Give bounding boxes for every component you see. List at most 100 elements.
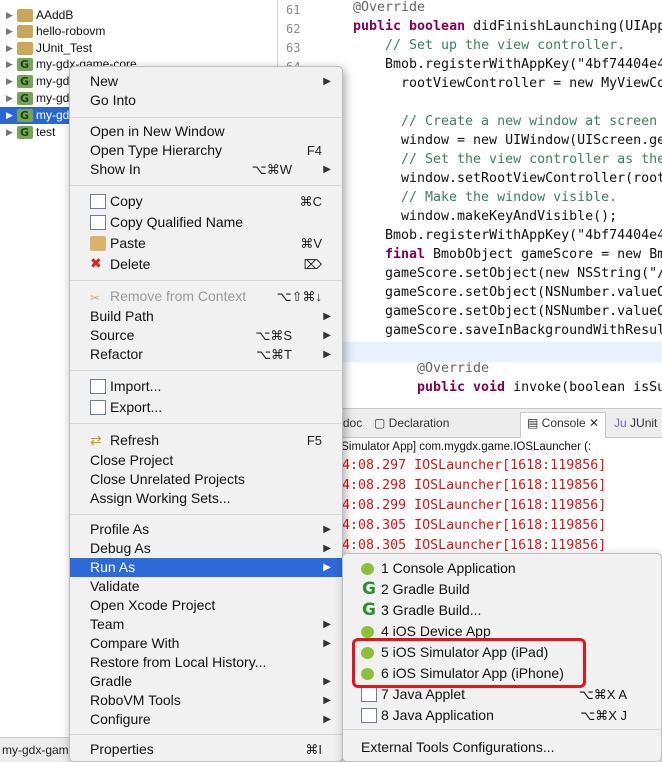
menu-label: New	[90, 73, 119, 89]
menu-robovm-tools[interactable]: RoboVM Tools ▶	[70, 691, 342, 710]
menu-label: Open Xcode Project	[90, 597, 216, 613]
tree-item-label: hello-robovm	[36, 24, 106, 38]
folder-icon	[17, 42, 33, 55]
menu-properties[interactable]: Properties ⌘I	[70, 740, 342, 759]
menu-label: Import...	[110, 378, 162, 394]
menu-delete[interactable]: ✖ Delete ⌦	[70, 255, 342, 274]
expand-arrow-icon[interactable]: ▶	[6, 7, 13, 24]
menu-team[interactable]: Team ▶	[70, 615, 342, 634]
junit-icon: Ju	[614, 416, 627, 430]
menu-remove-from-context[interactable]: ✂ Remove from Context ⌥⇧⌘↓	[70, 287, 342, 306]
tree-item[interactable]: ▶ AAddB	[0, 7, 278, 24]
menu-new[interactable]: New ▶	[70, 72, 342, 91]
remove-context-icon: ✂	[90, 291, 101, 305]
menu-label: Export...	[110, 399, 163, 415]
expand-arrow-icon[interactable]: ▶	[6, 23, 13, 40]
submenu-arrow-icon: ▶	[323, 349, 331, 360]
menu-import[interactable]: Import...	[70, 377, 342, 396]
submenu-arrow-icon: ▶	[323, 676, 331, 687]
menu-label: 8 Java Application	[381, 707, 494, 723]
menu-open-new-window[interactable]: Open in New Window	[70, 122, 342, 141]
paste-icon	[90, 236, 106, 251]
code-line: @Override	[353, 0, 426, 15]
menu-build-path[interactable]: Build Path ▶	[70, 307, 342, 326]
tab-declaration[interactable]: ▢ Declaration	[374, 416, 449, 430]
gradle-project-icon: G	[17, 58, 33, 71]
menu-copy[interactable]: Copy ⌘C	[70, 192, 342, 211]
menu-show-in[interactable]: Show In ⌥⌘W ▶	[70, 160, 342, 179]
run-as-item[interactable]: G 3 Gradle Build...	[343, 600, 661, 621]
menu-shortcut: F5	[306, 433, 322, 448]
run-as-item[interactable]: 1 Console Application	[343, 558, 661, 579]
run-as-item[interactable]: G 2 Gradle Build	[343, 579, 661, 600]
menu-external-tools[interactable]: External Tools Configurations...	[343, 737, 661, 758]
tab-declaration-label: Declaration	[388, 416, 450, 430]
menu-go-into[interactable]: Go Into	[70, 91, 342, 110]
menu-copy-qualified-name[interactable]: Copy Qualified Name	[70, 213, 342, 232]
expand-arrow-icon[interactable]: ▶	[6, 90, 13, 107]
close-icon[interactable]: ✕	[589, 416, 599, 430]
gradle-project-icon: G	[17, 126, 33, 139]
menu-assign-working-sets[interactable]: Assign Working Sets...	[70, 489, 342, 508]
menu-paste[interactable]: Paste ⌘V	[70, 234, 342, 253]
android-icon	[361, 626, 374, 638]
menu-separator	[70, 514, 342, 515]
folder-icon	[17, 25, 33, 38]
menu-restore-history[interactable]: Restore from Local History...	[70, 653, 342, 672]
menu-configure[interactable]: Configure ▶	[70, 710, 342, 729]
menu-label: Debug As	[90, 540, 151, 556]
menu-refresh[interactable]: ⇄ Refresh F5	[70, 431, 342, 450]
gradle-project-icon: G	[17, 75, 33, 88]
delete-icon: ✖	[90, 256, 102, 272]
submenu-arrow-icon: ▶	[323, 562, 331, 573]
expand-arrow-icon[interactable]: ▶	[6, 40, 13, 57]
menu-refactor[interactable]: Refactor ⌥⌘T ▶	[70, 345, 342, 364]
gradle-icon: G	[362, 579, 376, 599]
code-line: window.setRootViewController(root	[401, 171, 662, 186]
menu-label: Refactor	[90, 346, 143, 362]
expand-arrow-icon[interactable]: ▶	[6, 107, 13, 124]
export-icon	[90, 400, 106, 415]
menu-validate[interactable]: Validate	[70, 577, 342, 596]
copy-qualified-icon	[90, 215, 106, 230]
menu-close-unrelated[interactable]: Close Unrelated Projects	[70, 470, 342, 489]
menu-open-xcode[interactable]: Open Xcode Project	[70, 596, 342, 615]
menu-separator	[343, 729, 661, 730]
expand-arrow-icon[interactable]: ▶	[6, 56, 13, 73]
expand-arrow-icon[interactable]: ▶	[6, 73, 13, 90]
menu-label: Copy Qualified Name	[110, 214, 244, 230]
menu-shortcut: ⌥⇧⌘↓	[276, 289, 322, 304]
run-as-item[interactable]: 8 Java Application ⌥⌘X J	[343, 705, 661, 726]
menu-shortcut: ⌥⌘W	[251, 162, 292, 177]
menu-compare-with[interactable]: Compare With ▶	[70, 634, 342, 653]
submenu-arrow-icon: ▶	[323, 714, 331, 725]
refresh-icon: ⇄	[90, 432, 102, 448]
tree-item-label: AAddB	[36, 8, 74, 22]
menu-label: Configure	[90, 711, 151, 727]
menu-close-project[interactable]: Close Project	[70, 451, 342, 470]
menu-run-as[interactable]: Run As ▶	[70, 558, 342, 577]
menu-open-type-hierarchy[interactable]: Open Type Hierarchy F4	[70, 141, 342, 160]
expand-arrow-icon[interactable]: ▶	[6, 124, 13, 141]
code-line: // Create a new window at screen	[401, 114, 658, 129]
submenu-arrow-icon: ▶	[323, 330, 331, 341]
menu-separator	[70, 423, 342, 424]
menu-shortcut: ⌘I	[305, 742, 322, 757]
code-line: gameScore.setObject(NSNumber.valueO	[385, 304, 662, 319]
code-line: gameScore.setObject(new NSString("/	[385, 266, 662, 281]
menu-source[interactable]: Source ⌥⌘S ▶	[70, 326, 342, 345]
menu-shortcut: ⌥⌘T	[256, 347, 292, 362]
tab-console[interactable]: ▤ Console ✕	[520, 412, 607, 438]
tab-junit[interactable]: Ju JUnit	[614, 416, 657, 430]
menu-debug-as[interactable]: Debug As ▶	[70, 539, 342, 558]
current-line-highlight	[328, 342, 662, 362]
menu-export[interactable]: Export...	[70, 398, 342, 417]
copy-icon	[90, 194, 106, 209]
tree-item[interactable]: ▶ JUnit_Test	[0, 40, 278, 57]
menu-profile-as[interactable]: Profile As ▶	[70, 520, 342, 539]
menu-shortcut: ⌥⌘X A	[578, 687, 627, 702]
menu-gradle[interactable]: Gradle ▶	[70, 672, 342, 691]
code-line: Bmob.registerWithAppKey("4bf74404e4	[385, 57, 662, 72]
menu-separator	[70, 734, 342, 735]
tree-item[interactable]: ▶ hello-robovm	[0, 23, 278, 40]
